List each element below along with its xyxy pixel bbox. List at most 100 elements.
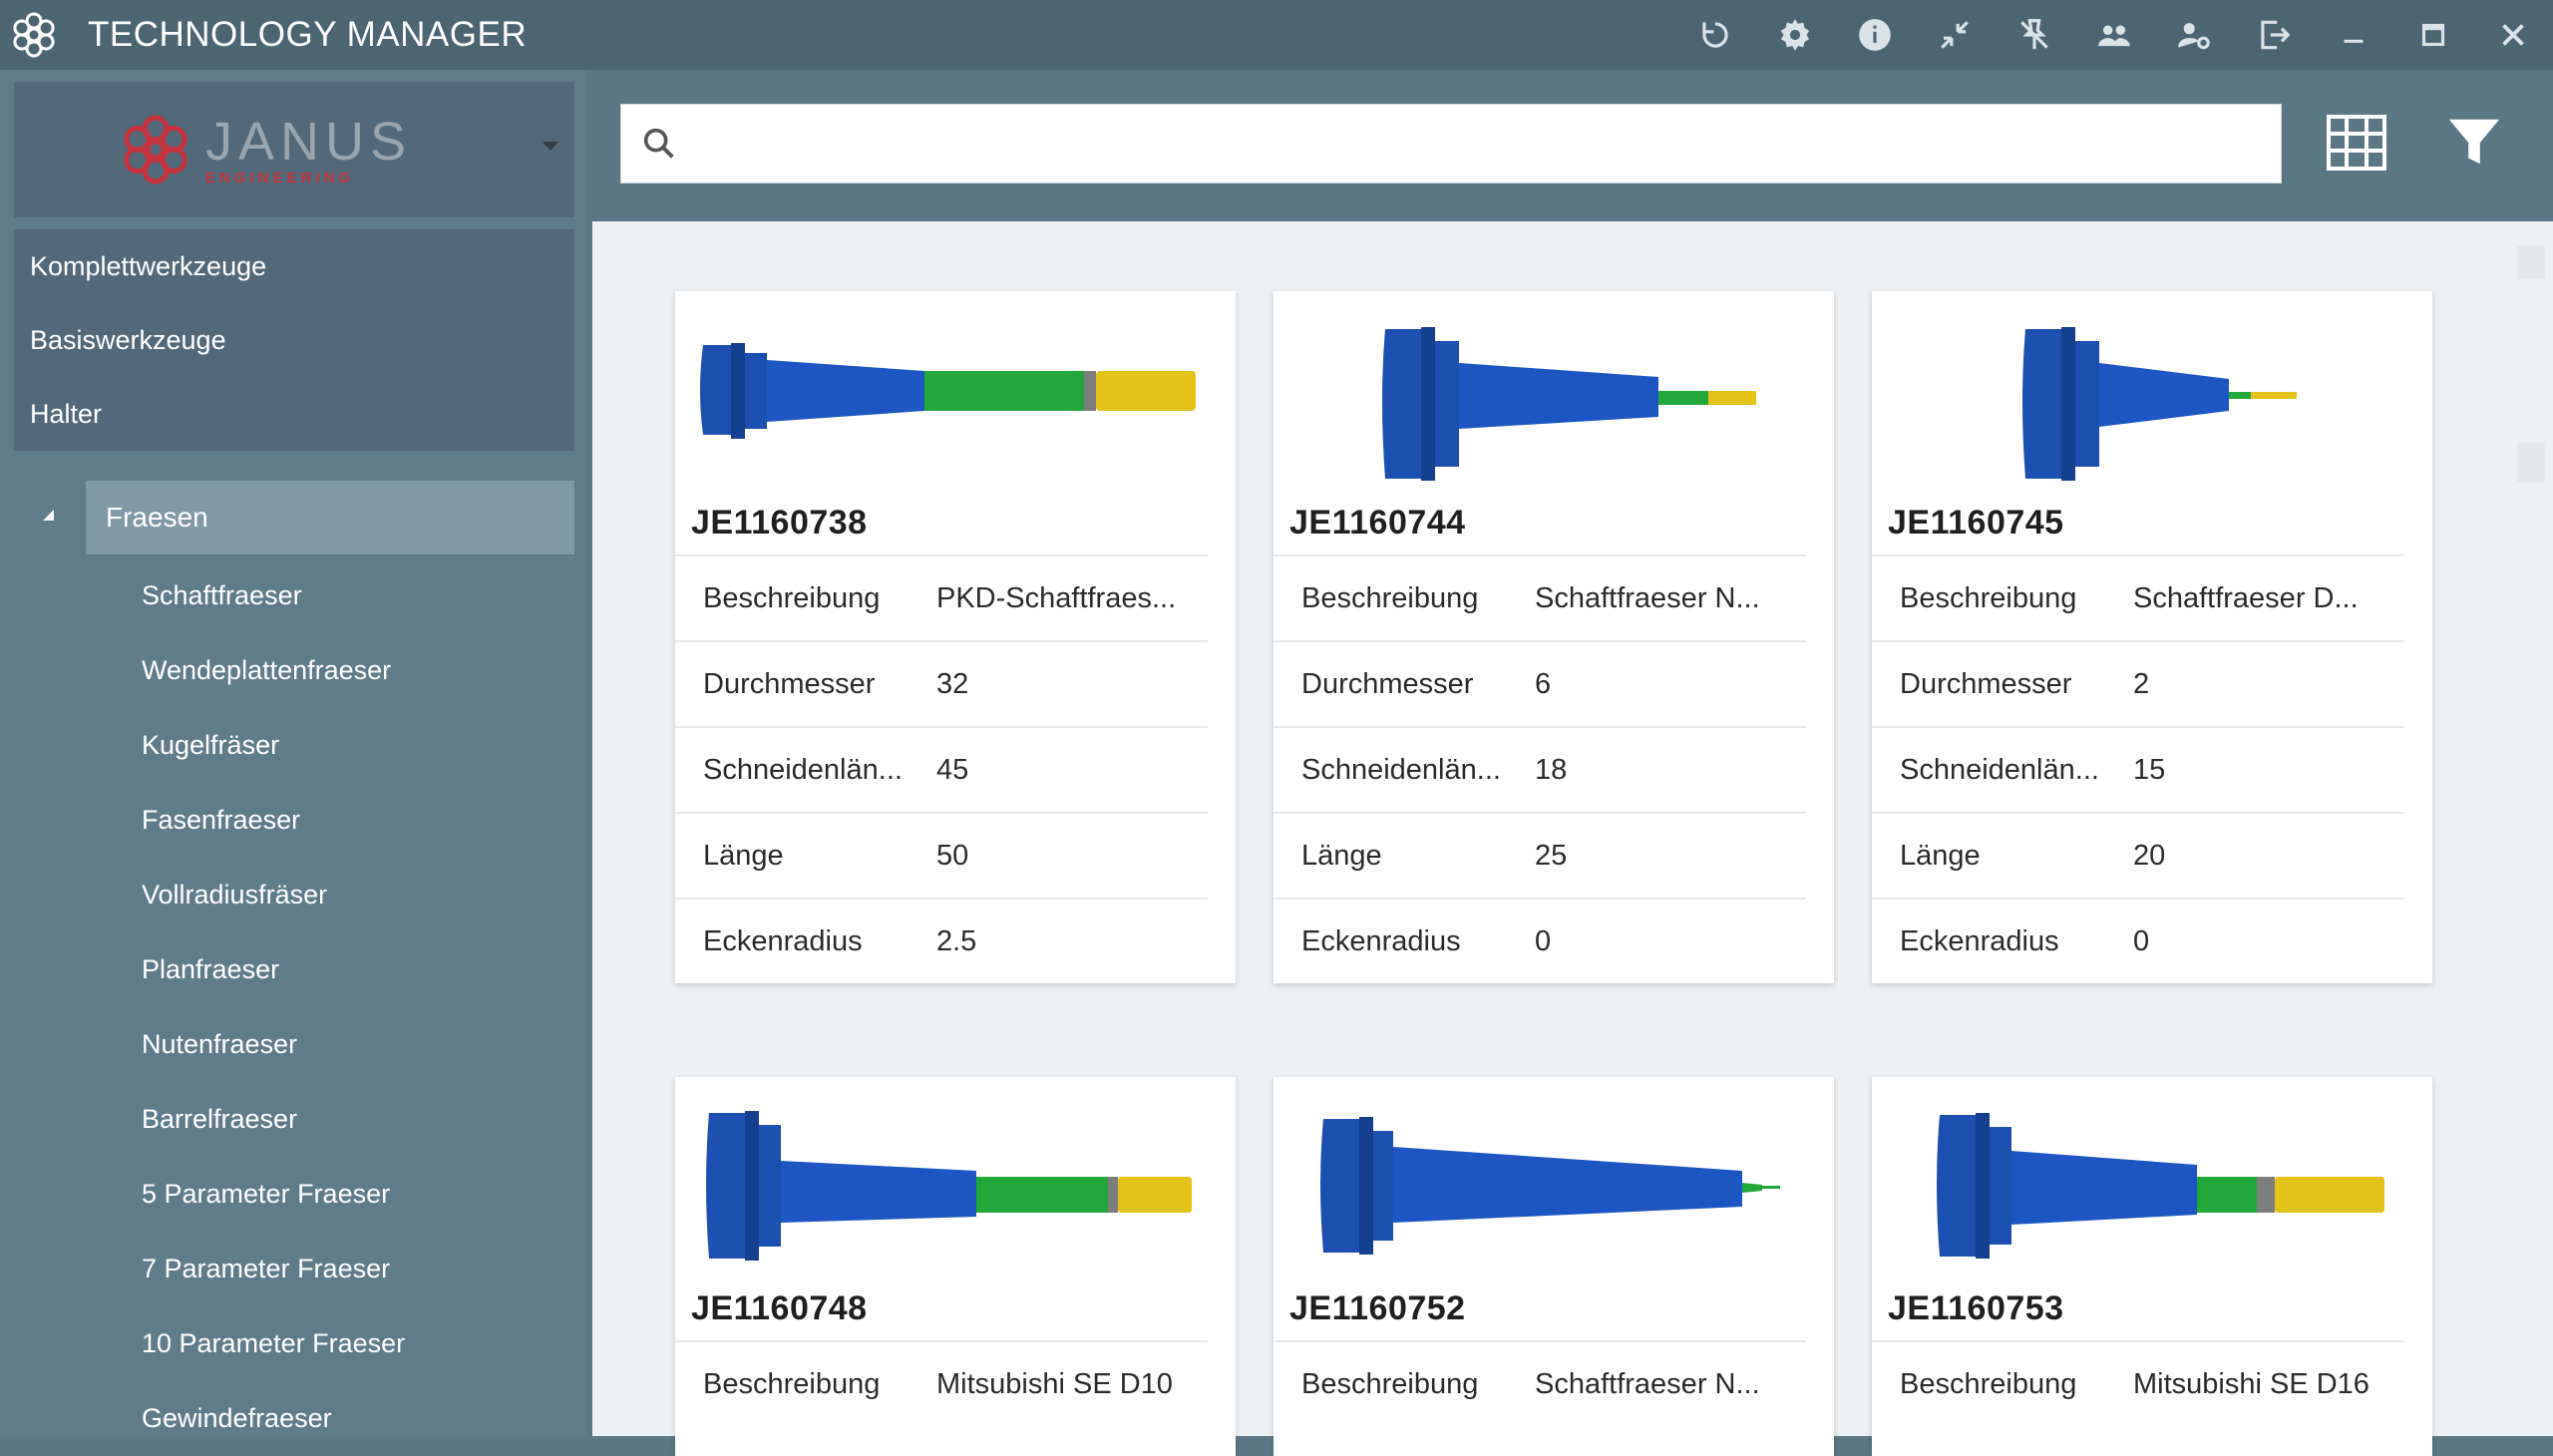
property-value: 6 xyxy=(1535,667,1552,700)
property-label: Schneidenlän... xyxy=(1301,753,1501,786)
property-value: 25 xyxy=(1535,839,1568,872)
property-row: Durchmesser 32 xyxy=(675,640,1208,726)
expand-arrow-icon[interactable] xyxy=(38,505,60,527)
property-value: 45 xyxy=(936,753,969,786)
unpin-icon[interactable] xyxy=(1995,0,2074,70)
tool-card[interactable]: JE1160753 Beschreibung Mitsubishi SE D16 xyxy=(1872,1077,2432,1456)
grid-view-icon[interactable] xyxy=(2322,112,2391,174)
property-value: 20 xyxy=(2133,839,2166,872)
minimize-icon[interactable] xyxy=(2314,0,2393,70)
property-label: Eckenradius xyxy=(703,924,863,957)
refresh-icon[interactable] xyxy=(1675,0,1755,70)
maximize-icon[interactable] xyxy=(2393,0,2473,70)
tool-image xyxy=(675,1077,1236,1276)
brand-subtitle: ENGINEERING xyxy=(205,169,355,186)
property-label: Beschreibung xyxy=(1301,581,1479,614)
search-box[interactable] xyxy=(620,104,2282,183)
tool-card[interactable]: JE1160752 Beschreibung Schaftfraeser N... xyxy=(1274,1077,1834,1456)
property-value: Schaftfraeser D... xyxy=(2133,581,2359,614)
collapse-icon[interactable] xyxy=(1915,0,1995,70)
property-value: Mitsubishi SE D16 xyxy=(2133,1367,2370,1400)
property-row: Beschreibung Schaftfraeser D... xyxy=(1872,554,2404,640)
property-label: Durchmesser xyxy=(1900,667,2072,700)
property-label: Beschreibung xyxy=(1301,1367,1479,1400)
category-halter[interactable]: Halter xyxy=(14,377,574,451)
tool-image xyxy=(1872,1077,2432,1276)
property-value: Mitsubishi SE D10 xyxy=(936,1367,1173,1400)
property-value: 2.5 xyxy=(936,924,977,957)
user-settings-icon[interactable] xyxy=(2154,0,2234,70)
property-label: Eckenradius xyxy=(1900,924,2059,957)
tool-card[interactable]: JE1160744 Beschreibung Schaftfraeser N...… xyxy=(1274,291,1834,983)
tree-item-vollradiusfraeser[interactable]: Vollradiusfräser xyxy=(142,870,327,919)
category-list: Komplettwerkzeuge Basiswerkzeuge Halter xyxy=(14,229,574,451)
property-row: Länge 20 xyxy=(1872,812,2404,898)
tool-id: JE1160738 xyxy=(691,504,868,542)
brand-selector[interactable]: JANUS ENGINEERING xyxy=(14,82,574,217)
tool-image xyxy=(1274,1077,1834,1276)
tool-card[interactable]: JE1160738 Beschreibung PKD-Schaftfraes...… xyxy=(675,291,1236,983)
property-value: 2 xyxy=(2133,667,2150,700)
property-row: Eckenradius 2.5 xyxy=(675,898,1208,983)
sidebar: JANUS ENGINEERING Komplettwerkzeuge Basi… xyxy=(0,70,586,1436)
tool-id: JE1160753 xyxy=(1888,1289,2064,1327)
search-icon xyxy=(643,128,674,159)
tool-id: JE1160748 xyxy=(691,1289,868,1327)
filter-icon[interactable] xyxy=(2441,110,2507,176)
property-value: 32 xyxy=(936,667,969,700)
brand-flower-icon xyxy=(124,115,187,184)
tree-item-10-parameter-fraeser[interactable]: 10 Parameter Fraeser xyxy=(142,1318,405,1368)
search-input[interactable] xyxy=(689,113,2281,175)
tool-image xyxy=(675,291,1236,491)
property-row: Durchmesser 6 xyxy=(1274,640,1806,726)
tree-item-planfraeser[interactable]: Planfraeser xyxy=(142,944,279,994)
property-value: 0 xyxy=(2133,924,2150,957)
property-row: Beschreibung Schaftfraeser N... xyxy=(1274,1340,1806,1426)
property-row: Beschreibung Mitsubishi SE D10 xyxy=(675,1340,1208,1426)
tool-image xyxy=(1872,291,2432,491)
tree-item-5-parameter-fraeser[interactable]: 5 Parameter Fraeser xyxy=(142,1169,390,1219)
property-row: Durchmesser 2 xyxy=(1872,640,2404,726)
property-row: Schneidenlän... 18 xyxy=(1274,726,1806,812)
window-toolbar xyxy=(1675,0,2553,70)
property-label: Schneidenlän... xyxy=(1900,753,2099,786)
scrollbar-thumb[interactable] xyxy=(2517,443,2545,483)
tree-item-nutenfraeser[interactable]: Nutenfraeser xyxy=(142,1019,297,1069)
tree-item-7-parameter-fraeser[interactable]: 7 Parameter Fraeser xyxy=(142,1244,390,1293)
logout-icon[interactable] xyxy=(2234,0,2314,70)
tree-item-fraesen[interactable]: Fraesen xyxy=(86,481,574,554)
property-row: Eckenradius 0 xyxy=(1872,898,2404,983)
property-label: Durchmesser xyxy=(703,667,876,700)
property-row: Eckenradius 0 xyxy=(1274,898,1806,983)
scroll-up-button[interactable] xyxy=(2517,245,2545,279)
property-label: Beschreibung xyxy=(1900,581,2077,614)
property-label: Schneidenlän... xyxy=(703,753,903,786)
tree-item-fasenfraeser[interactable]: Fasenfraeser xyxy=(142,795,300,845)
brand-logo: JANUS ENGINEERING xyxy=(116,110,412,189)
content-divider xyxy=(586,221,592,1436)
app-title: TECHNOLOGY MANAGER xyxy=(88,15,528,54)
property-label: Länge xyxy=(1900,839,1981,872)
tool-image xyxy=(1274,291,1834,491)
tree-item-schaftfraeser[interactable]: Schaftfraeser xyxy=(142,570,302,620)
tree-item-wendeplattenfraeser[interactable]: Wendeplattenfraeser xyxy=(142,645,391,695)
settings-icon[interactable] xyxy=(1755,0,1835,70)
category-basiswerkzeuge[interactable]: Basiswerkzeuge xyxy=(14,303,574,377)
app-logo-icon xyxy=(8,9,60,61)
tool-id: JE1160745 xyxy=(1888,504,2064,542)
users-icon[interactable] xyxy=(2074,0,2154,70)
close-icon[interactable] xyxy=(2473,0,2553,70)
category-komplettwerkzeuge[interactable]: Komplettwerkzeuge xyxy=(14,229,574,303)
tree-item-barrelfraeser[interactable]: Barrelfraeser xyxy=(142,1094,297,1144)
tool-id: JE1160744 xyxy=(1289,504,1466,542)
tool-card[interactable]: JE1160745 Beschreibung Schaftfraeser D...… xyxy=(1872,291,2432,983)
chevron-down-icon[interactable] xyxy=(543,142,558,151)
tool-id: JE1160752 xyxy=(1289,1289,1466,1327)
tool-card[interactable]: JE1160748 Beschreibung Mitsubishi SE D10 xyxy=(675,1077,1236,1456)
tree-item-kugelfraeser[interactable]: Kugelfräser xyxy=(142,720,279,770)
property-row: Beschreibung Schaftfraeser N... xyxy=(1274,554,1806,640)
property-label: Durchmesser xyxy=(1301,667,1474,700)
info-icon[interactable] xyxy=(1835,0,1915,70)
property-row: Länge 50 xyxy=(675,812,1208,898)
property-value: 0 xyxy=(1535,924,1552,957)
